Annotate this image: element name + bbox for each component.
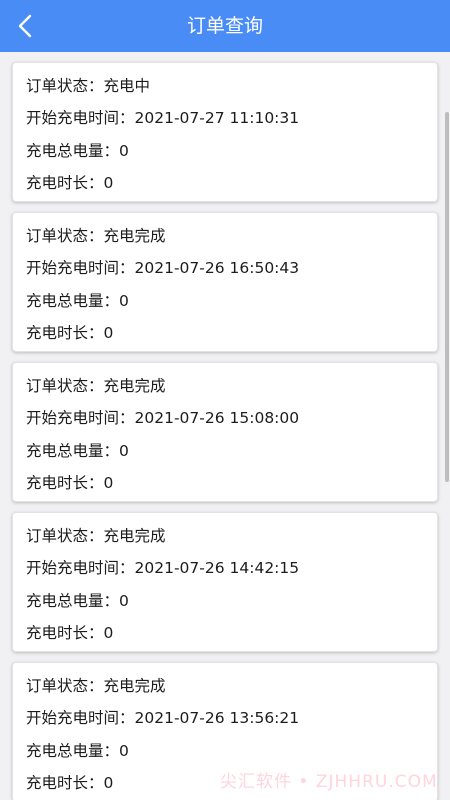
charge-start-time: 开始充电时间：2021-07-27 11:10:31 <box>26 109 300 127</box>
order-status: 订单状态：充电完成 <box>26 677 166 695</box>
charge-duration: 充电时长：0 <box>26 174 114 192</box>
charge-duration: 充电时长：0 <box>26 474 114 492</box>
order-card[interactable]: 订单状态：充电完成 开始充电时间：2021-07-26 14:42:15 充电总… <box>12 512 438 652</box>
charge-start-time: 开始充电时间：2021-07-26 13:56:21 <box>26 709 300 727</box>
order-card[interactable]: 订单状态：充电完成 开始充电时间：2021-07-26 15:08:00 充电总… <box>12 362 438 502</box>
charge-start-time: 开始充电时间：2021-07-26 15:08:00 <box>26 409 300 427</box>
charge-start-time: 开始充电时间：2021-07-26 16:50:43 <box>26 259 300 277</box>
charge-total-energy: 充电总电量：0 <box>26 292 129 310</box>
charge-total-energy: 充电总电量：0 <box>26 742 129 760</box>
charge-total-energy: 充电总电量：0 <box>26 142 129 160</box>
charge-total-energy: 充电总电量：0 <box>26 592 129 610</box>
watermark: 尖汇软件 • ZJHHRU.COM <box>220 772 438 792</box>
page-title: 订单查询 <box>186 15 263 37</box>
order-card[interactable]: 订单状态：充电中 开始充电时间：2021-07-27 11:10:31 充电总电… <box>12 62 438 202</box>
order-card[interactable]: 订单状态：充电完成 开始充电时间：2021-07-26 16:50:43 充电总… <box>12 212 438 352</box>
charge-duration: 充电时长：0 <box>26 774 114 792</box>
charge-duration: 充电时长：0 <box>26 324 114 342</box>
order-status: 订单状态：充电中 <box>26 77 151 95</box>
charge-total-energy: 充电总电量：0 <box>26 442 129 460</box>
charge-start-time: 开始充电时间：2021-07-26 14:42:15 <box>26 559 300 577</box>
app-header: 订单查询 <box>0 0 450 52</box>
order-status: 订单状态：充电完成 <box>26 227 166 245</box>
order-list[interactable]: 订单状态：充电中 开始充电时间：2021-07-27 11:10:31 充电总电… <box>0 52 450 800</box>
order-status: 订单状态：充电完成 <box>26 527 166 545</box>
order-status: 订单状态：充电完成 <box>26 377 166 395</box>
scrollbar[interactable] <box>445 112 449 482</box>
charge-duration: 充电时长：0 <box>26 624 114 642</box>
